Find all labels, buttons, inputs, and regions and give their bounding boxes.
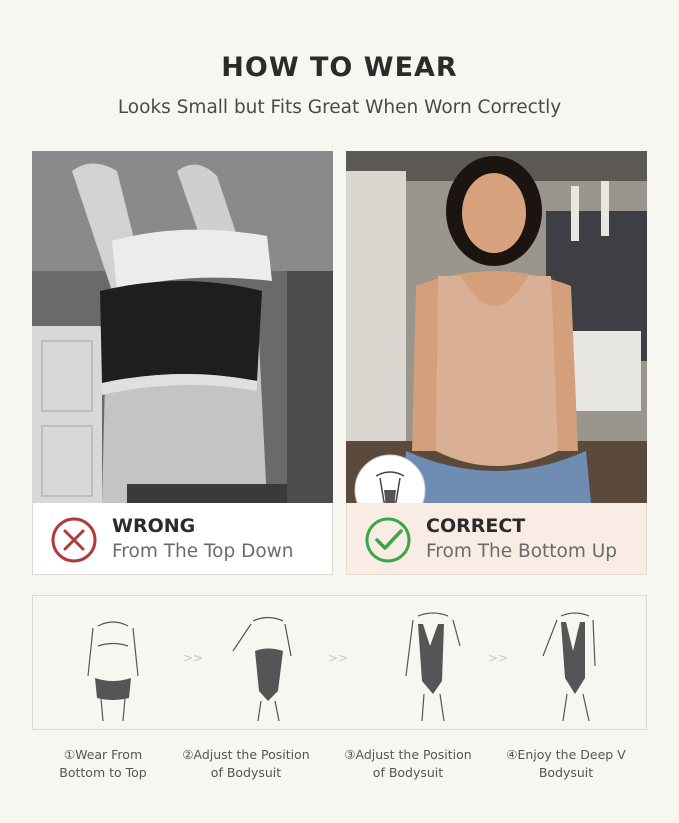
wrong-caption: WRONG From The Top Down (32, 503, 333, 575)
step-3-label: ③Adjust the Position of Bodysuit (344, 747, 472, 780)
step-4-figure (542, 612, 596, 721)
wrong-way-photo (32, 151, 333, 503)
step-1-label: ①Wear From Bottom to Top (59, 747, 147, 780)
x-circle-icon (51, 517, 97, 563)
step-2-label: ②Adjust the Position of Bodysuit (182, 747, 310, 780)
wrong-subheading: From The Top Down (112, 541, 294, 562)
page-subtitle: Looks Small but Fits Great When Worn Cor… (117, 97, 562, 118)
correct-way-photo (346, 151, 647, 503)
separator-arrow: >> (328, 651, 349, 665)
step-1-figure (87, 621, 139, 721)
separator-arrow: >> (183, 651, 204, 665)
correct-caption: CORRECT From The Bottom Up (346, 503, 647, 575)
bodysuit-inset-icon (354, 454, 426, 503)
steps-illustration: >> >> >> (32, 595, 647, 730)
correct-heading: CORRECT (426, 515, 526, 537)
correct-subheading: From The Bottom Up (426, 541, 618, 562)
page-title: HOW TO WEAR (221, 52, 458, 83)
step-4-label: ④Enjoy the Deep V Bodysuit (506, 747, 626, 780)
separator-arrow: >> (488, 651, 509, 665)
check-circle-icon (365, 517, 411, 563)
step-3-figure (405, 612, 461, 721)
wrong-heading: WRONG (112, 515, 196, 537)
step-2-figure (232, 616, 292, 721)
